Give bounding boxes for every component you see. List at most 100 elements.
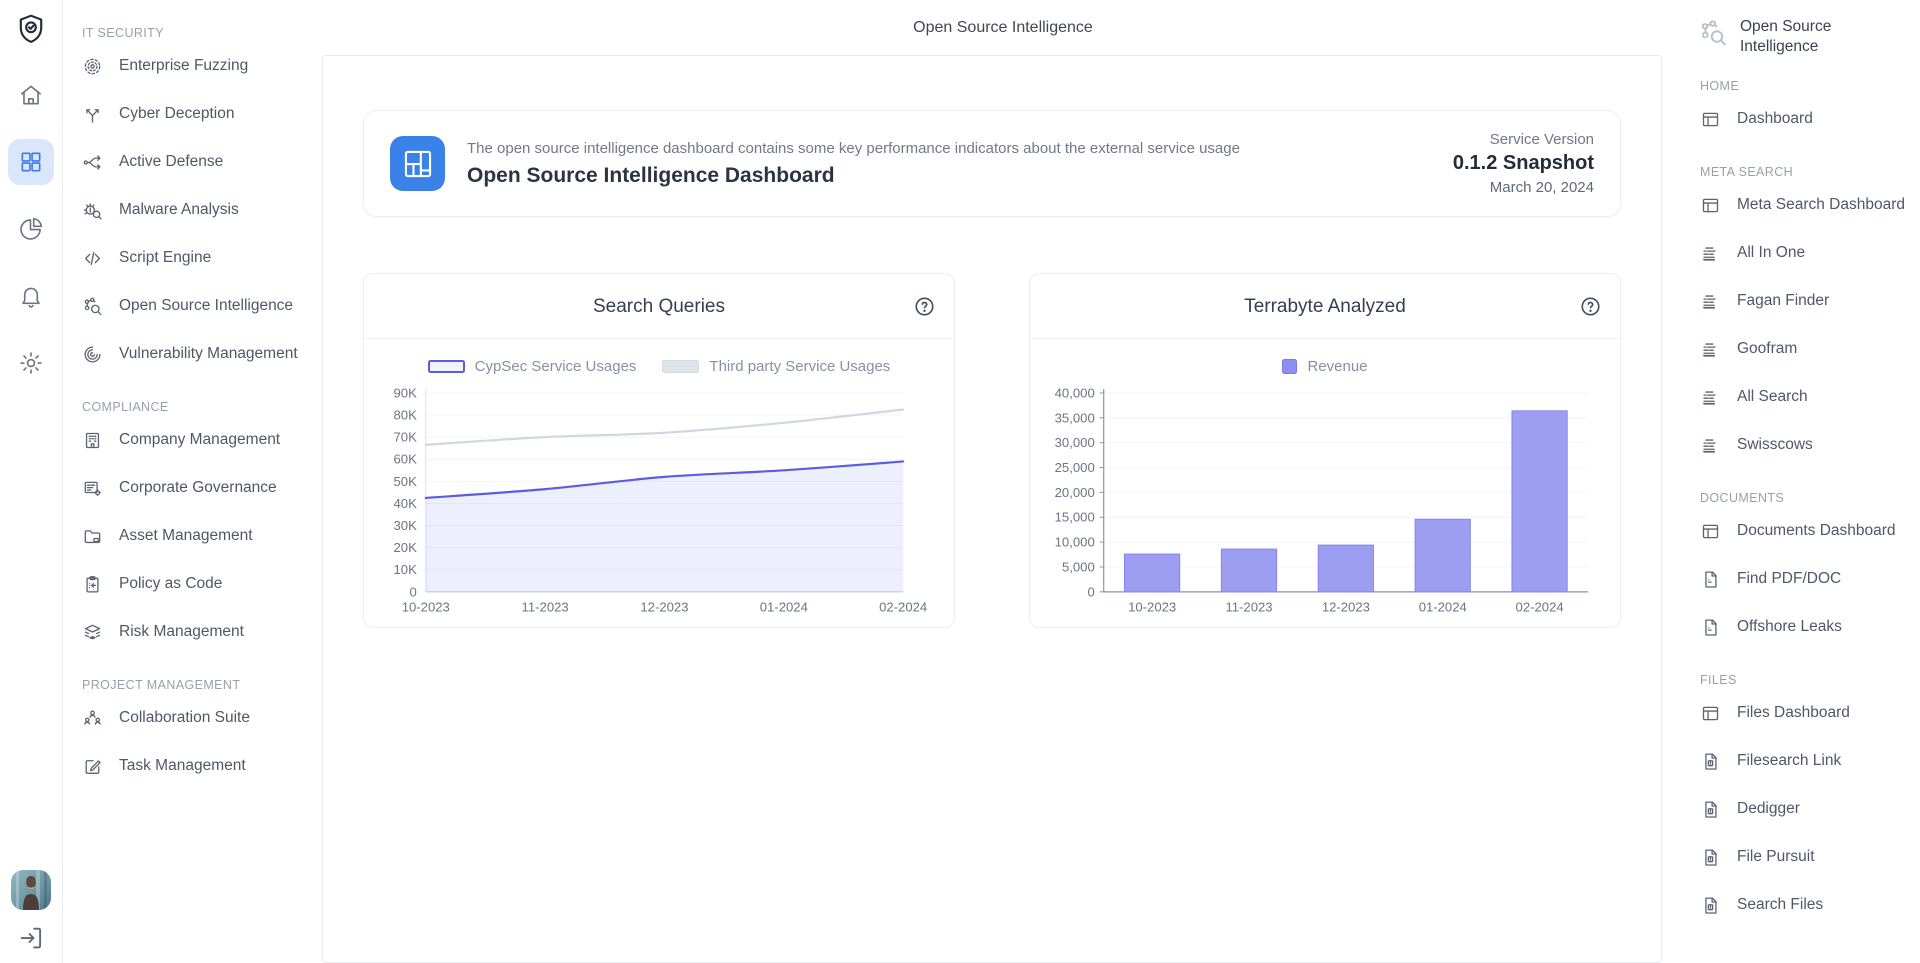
rsidebar-item-label: Documents Dashboard	[1737, 522, 1896, 540]
rsidebar-item-search-files[interactable]: Search Files	[1698, 881, 1912, 929]
svg-text:10-2023: 10-2023	[402, 600, 450, 615]
people-icon	[82, 708, 103, 729]
svg-text:30K: 30K	[393, 518, 417, 533]
svg-text:90K: 90K	[393, 385, 417, 400]
svg-text:11-2023: 11-2023	[522, 600, 569, 615]
sidebar-item-asset-management[interactable]: Asset Management	[80, 512, 314, 560]
rsidebar-item-all-search[interactable]: All Search	[1698, 373, 1912, 421]
rsidebar-item-label: Search Files	[1737, 896, 1823, 914]
sidebar-item-vulnerability-management[interactable]: Vulnerability Management	[80, 330, 314, 378]
sidebar-item-label: Asset Management	[119, 527, 253, 545]
malware-icon	[82, 200, 103, 221]
svg-text:10K: 10K	[393, 562, 417, 577]
legend-swatch	[1282, 359, 1297, 374]
sidebar-item-policy-as-code[interactable]: Policy as Code	[80, 560, 314, 608]
rsidebar-section-header: META SEARCH	[1700, 165, 1912, 179]
svg-text:10-2023: 10-2023	[1128, 600, 1176, 615]
rsidebar-item-label: Meta Search Dashboard	[1737, 196, 1905, 214]
sidebar-item-script-engine[interactable]: Script Engine	[80, 234, 314, 282]
rail-item-notifications[interactable]	[8, 273, 54, 319]
svg-text:12-2023: 12-2023	[640, 600, 688, 615]
rsidebar-item-offshore-leaks[interactable]: Offshore Leaks	[1698, 603, 1912, 651]
svg-text:02-2024: 02-2024	[1516, 600, 1564, 615]
list-icon	[1700, 435, 1721, 456]
svg-text:01-2024: 01-2024	[760, 600, 808, 615]
rsidebar-item-documents-dashboard[interactable]: Documents Dashboard	[1698, 507, 1912, 555]
fingerprint-icon	[82, 344, 103, 365]
rsidebar-item-all-in-one[interactable]: All In One	[1698, 229, 1912, 277]
window-icon	[1700, 703, 1721, 724]
doc-icon	[1700, 617, 1721, 638]
help-icon[interactable]	[913, 295, 936, 318]
layers-eye-icon	[82, 622, 103, 643]
sidebar-item-enterprise-fuzzing[interactable]: Enterprise Fuzzing	[80, 42, 314, 90]
sidebar-item-label: Active Defense	[119, 153, 223, 171]
sidebar-item-company-management[interactable]: Company Management	[80, 416, 314, 464]
search-queries-chart: 010K20K30K40K50K60K70K80K90K10-202311-20…	[382, 383, 936, 620]
logout-icon[interactable]	[16, 923, 46, 953]
rsidebar-item-fagan-finder[interactable]: Fagan Finder	[1698, 277, 1912, 325]
sidebar-item-label: Corporate Governance	[119, 479, 277, 497]
sidebar-section-it-security: IT SECURITYEnterprise FuzzingCyber Decep…	[80, 26, 314, 378]
main-card: The open source intelligence dashboard c…	[322, 55, 1662, 963]
sidebar-item-risk-management[interactable]: Risk Management	[80, 608, 314, 656]
rail-nav	[8, 72, 54, 407]
sidebar-item-label: Open Source Intelligence	[119, 297, 293, 315]
right-sidebar-sections: HOMEDashboardMETA SEARCHMeta Search Dash…	[1698, 79, 1912, 929]
sidebar-item-task-management[interactable]: Task Management	[80, 742, 314, 790]
svg-text:5,000: 5,000	[1062, 559, 1095, 574]
svg-text:20K: 20K	[393, 540, 417, 555]
file-box-icon	[1700, 799, 1721, 820]
doc-icon	[1700, 569, 1721, 590]
sidebar-item-active-defense[interactable]: Active Defense	[80, 138, 314, 186]
charts-row: Search QueriesCypSec Service UsagesThird…	[363, 273, 1621, 628]
rail-item-home[interactable]	[8, 72, 54, 118]
rsidebar-item-label: All Search	[1737, 388, 1808, 406]
rail-item-settings[interactable]	[8, 340, 54, 386]
clipboard-arrow-icon	[82, 574, 103, 595]
rsidebar-item-filesearch-link[interactable]: Filesearch Link	[1698, 737, 1912, 785]
svg-text:30,000: 30,000	[1055, 435, 1095, 450]
sidebar-item-label: Script Engine	[119, 249, 211, 267]
sidebar-section-project-management: PROJECT MANAGEMENTCollaboration SuiteTas…	[80, 678, 314, 790]
rsidebar-section-header: DOCUMENTS	[1700, 491, 1912, 505]
sidebar-item-open-source-intelligence[interactable]: Open Source Intelligence	[80, 282, 314, 330]
rsidebar-item-dedigger[interactable]: Dedigger	[1698, 785, 1912, 833]
rsidebar-item-swisscows[interactable]: Swisscows	[1698, 421, 1912, 469]
sidebar-item-cyber-deception[interactable]: Cyber Deception	[80, 90, 314, 138]
rsidebar-item-files-dashboard[interactable]: Files Dashboard	[1698, 689, 1912, 737]
rsidebar-item-dashboard[interactable]: Dashboard	[1698, 95, 1912, 143]
grid-icon	[18, 149, 44, 175]
rail-item-analytics[interactable]	[8, 206, 54, 252]
legend-item-third-party-service-usages[interactable]: Third party Service Usages	[662, 358, 890, 375]
svg-text:80K: 80K	[393, 408, 417, 423]
right-sidebar-title: Open Source Intelligence	[1740, 17, 1890, 57]
service-version-block: Service Version 0.1.2 Snapshot March 20,…	[1453, 131, 1594, 196]
sidebar-item-corporate-governance[interactable]: Corporate Governance	[80, 464, 314, 512]
help-icon[interactable]	[1579, 295, 1602, 318]
terrabyte-analyzed-body: Revenue05,00010,00015,00020,00025,00030,…	[1030, 339, 1620, 627]
svg-text:02-2024: 02-2024	[879, 600, 927, 615]
list-gear-icon	[82, 478, 103, 499]
svg-text:70K: 70K	[393, 430, 417, 445]
terrabyte-analyzed-chart: 05,00010,00015,00020,00025,00030,00035,0…	[1048, 383, 1602, 620]
rsidebar-item-label: Find PDF/DOC	[1737, 570, 1841, 588]
rail-item-dashboard[interactable]	[8, 139, 54, 185]
rsidebar-item-meta-search-dashboard[interactable]: Meta Search Dashboard	[1698, 181, 1912, 229]
window-icon	[1700, 195, 1721, 216]
sidebar-item-label: Malware Analysis	[119, 201, 239, 219]
user-avatar[interactable]	[11, 870, 51, 910]
sidebar-item-malware-analysis[interactable]: Malware Analysis	[80, 186, 314, 234]
legend-item-revenue[interactable]: Revenue	[1282, 358, 1367, 375]
rsidebar-item-find-pdf-doc[interactable]: Find PDF/DOC	[1698, 555, 1912, 603]
legend-item-cypsec-service-usages[interactable]: CypSec Service Usages	[428, 358, 637, 375]
dashboard-layout-icon	[401, 147, 435, 181]
sidebar-item-collaboration-suite[interactable]: Collaboration Suite	[80, 694, 314, 742]
left-sidebar: IT SECURITYEnterprise FuzzingCyber Decep…	[63, 0, 322, 963]
rsidebar-item-file-pursuit[interactable]: File Pursuit	[1698, 833, 1912, 881]
rsidebar-section-meta-search: META SEARCH Meta Search Dashboard All In O…	[1698, 165, 1912, 469]
sidebar-item-label: Policy as Code	[119, 575, 222, 593]
rsidebar-item-goofram[interactable]: Goofram	[1698, 325, 1912, 373]
svg-text:35,000: 35,000	[1055, 410, 1095, 425]
osint-icon	[82, 296, 103, 317]
